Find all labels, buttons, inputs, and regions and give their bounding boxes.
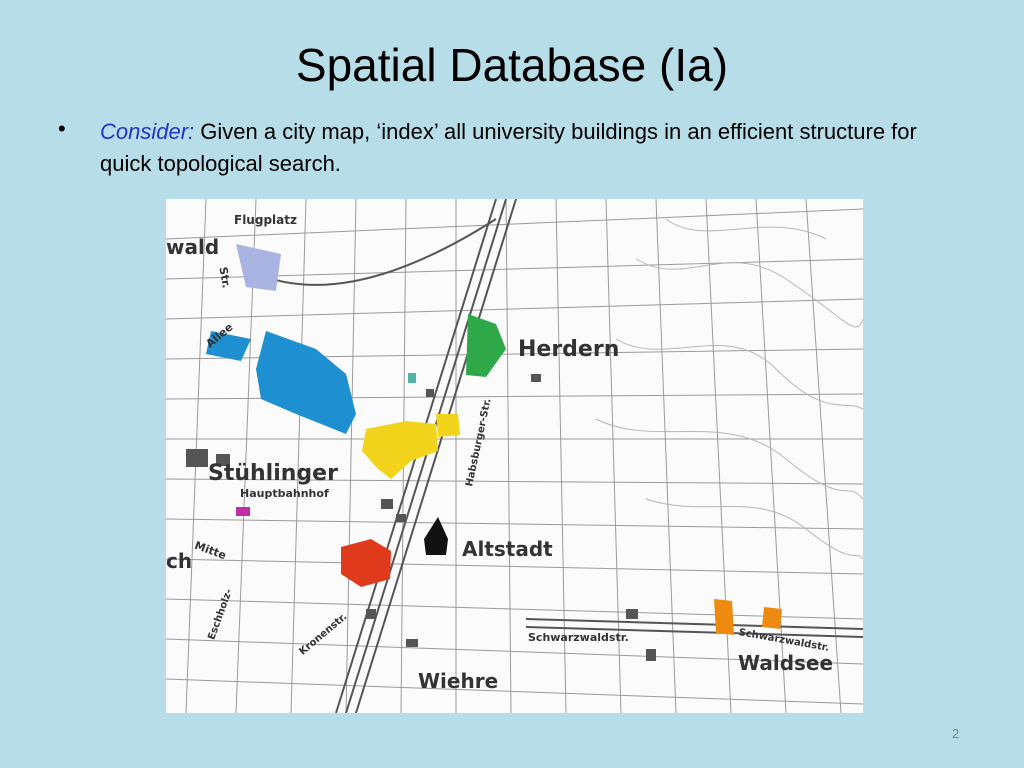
bullet-text-block: Consider: Given a city map, ‘index’ all … [100, 116, 960, 180]
campus-area-orange-1 [714, 599, 734, 635]
page-number: 2 [952, 726, 960, 741]
label-ch: ch [166, 549, 193, 573]
bullet-marker: • [58, 116, 66, 141]
campus-area-teal [408, 373, 416, 383]
slide-title: Spatial Database (Ia) [295, 39, 729, 91]
label-waldsee: Waldsee [738, 651, 834, 675]
label-wiehre: Wiehre [418, 669, 499, 693]
campus-area-green [466, 314, 506, 377]
label-wald: wald [166, 235, 220, 259]
label-schwarzwaldstr: Schwarzwaldstr. [528, 631, 629, 644]
city-map-image: Flugplatz wald Allee Str. Herdern Stühli… [166, 199, 863, 713]
bullet-lead: Consider: [100, 119, 195, 144]
label-stuhlinger: Stühlinger [208, 461, 338, 486]
campus-area-orange-2 [762, 607, 782, 629]
campus-area-magenta [236, 507, 250, 516]
label-altstadt: Altstadt [462, 537, 553, 561]
label-hauptbahnhof: Hauptbahnhof [240, 487, 329, 500]
label-flugplatz: Flugplatz [234, 213, 297, 227]
hill-contours [595, 218, 863, 560]
label-herdern: Herdern [518, 337, 620, 362]
bullet-body: Given a city map, ‘index’ all university… [100, 119, 917, 176]
campus-area-periwinkle [236, 244, 281, 291]
building-blocks [186, 374, 656, 661]
campus-area-yellow [362, 421, 438, 479]
campus-area-blue-large [256, 331, 356, 434]
campus-area-yellow-2 [436, 414, 460, 437]
